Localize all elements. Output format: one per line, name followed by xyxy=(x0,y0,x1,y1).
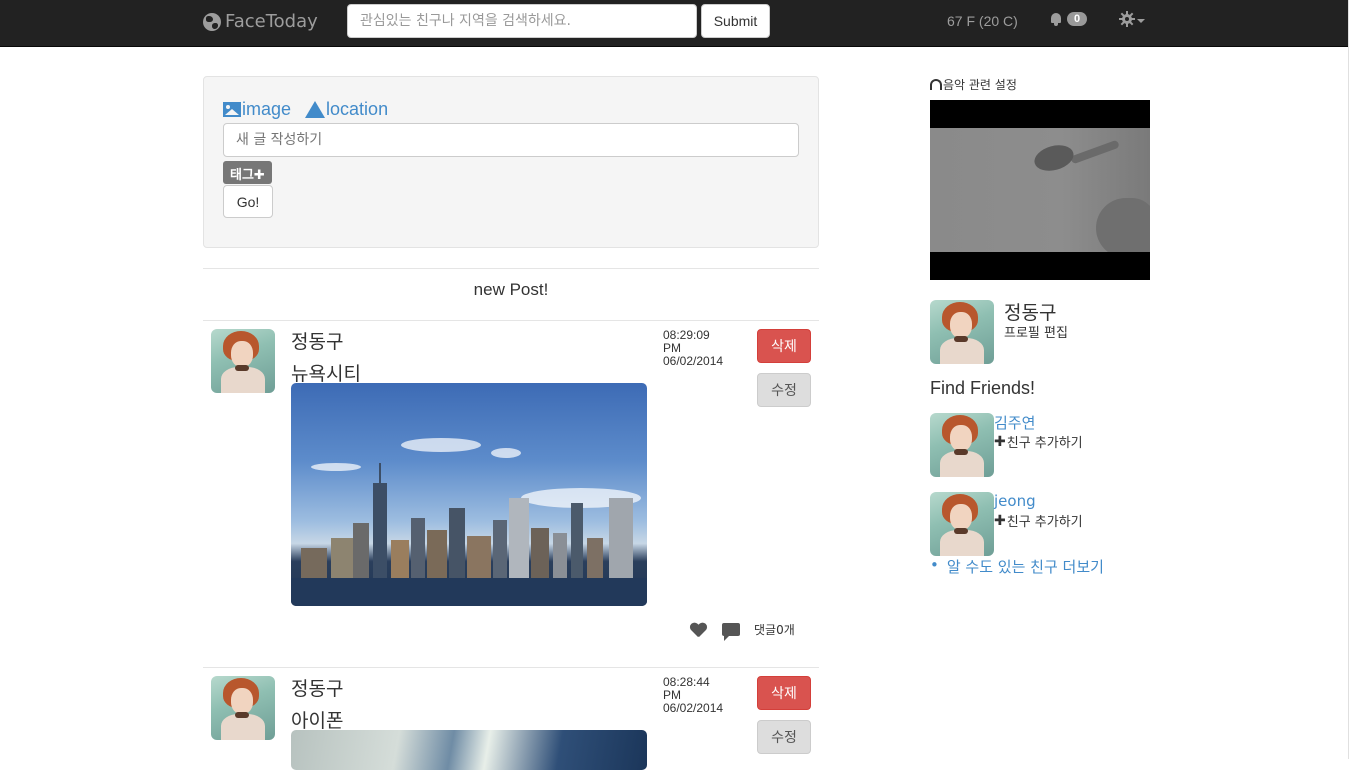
brand-link[interactable]: FaceToday xyxy=(203,11,318,32)
image-attach-link[interactable]: image xyxy=(223,99,291,120)
brand-name: FaceToday xyxy=(225,11,318,32)
add-friend-label: 친구 추가하기 xyxy=(1006,515,1083,530)
top-navbar: FaceToday Submit 67 F (20 C) 0 xyxy=(0,0,1349,47)
post-author[interactable]: 정동구 xyxy=(291,327,343,354)
feed-post: 정동구 아이폰 08:28:44 PM 06/02/2014 삭제 수정 xyxy=(203,668,819,770)
image-attach-label: image xyxy=(242,99,292,119)
bell-icon xyxy=(1050,12,1062,26)
compose-attachments: image location xyxy=(223,99,388,120)
friend-avatar[interactable] xyxy=(930,413,994,477)
edit-post-button[interactable]: 수정 xyxy=(757,720,811,754)
friend-name[interactable]: 김주연 xyxy=(994,412,1035,433)
friend-name[interactable]: jeong xyxy=(994,492,1036,510)
search-submit-button[interactable]: Submit xyxy=(701,4,770,38)
music-video-player[interactable] xyxy=(930,100,1150,280)
road-icon xyxy=(305,101,326,118)
bullet-icon: • xyxy=(930,556,939,574)
plus-icon: ✚ xyxy=(994,512,1006,529)
delete-post-button[interactable]: 삭제 xyxy=(757,329,811,363)
post-go-button[interactable]: Go! xyxy=(223,185,273,218)
add-friend-button[interactable]: ✚ 친구 추가하기 xyxy=(994,432,1083,452)
profile-name[interactable]: 정동구 xyxy=(1004,298,1056,325)
settings-dropdown[interactable] xyxy=(1119,11,1145,27)
comment-count[interactable]: 댓글0개 xyxy=(754,621,795,638)
post-image[interactable] xyxy=(291,383,647,606)
avatar[interactable] xyxy=(211,676,275,740)
globe-icon xyxy=(203,12,221,31)
add-friend-button[interactable]: ✚ 친구 추가하기 xyxy=(994,511,1083,531)
music-settings-label: 음악 관련 설정 xyxy=(943,78,1017,92)
location-attach-link[interactable]: location xyxy=(305,99,388,120)
comment-icon[interactable] xyxy=(722,623,740,641)
post-date: 06/02/2014 xyxy=(663,701,724,715)
plus-icon: ✚ xyxy=(994,433,1006,450)
post-text: 아이폰 xyxy=(291,710,344,732)
headphones-icon xyxy=(930,79,942,90)
feed-post: 정동구 뉴욕시티 08:29:09 PM 06/02/2014 삭제 수정 댓글… xyxy=(203,321,819,667)
post-author[interactable]: 정동구 xyxy=(291,674,343,701)
post-text: 뉴욕시티 xyxy=(291,363,361,385)
chevron-down-icon xyxy=(1137,18,1145,23)
heart-icon[interactable] xyxy=(690,623,706,637)
location-attach-label: location xyxy=(326,99,389,119)
delete-post-button[interactable]: 삭제 xyxy=(757,676,811,710)
picture-icon xyxy=(223,102,241,117)
compose-panel: image location 태그✚ Go! xyxy=(203,76,819,248)
music-settings-title[interactable]: 음악 관련 설정 xyxy=(930,76,1017,93)
avatar[interactable] xyxy=(211,329,275,393)
new-post-header[interactable]: new Post! xyxy=(203,280,819,300)
add-tag-button[interactable]: 태그✚ xyxy=(223,161,272,184)
post-date: 06/02/2014 xyxy=(663,354,724,368)
weather-text: 67 F (20 C) xyxy=(947,13,1018,29)
search-input[interactable] xyxy=(347,4,697,38)
gear-icon xyxy=(1119,11,1135,27)
find-friends-title: Find Friends! xyxy=(930,378,1036,398)
post-timestamp: 08:29:09 PM 06/02/2014 xyxy=(663,329,723,368)
edit-post-button[interactable]: 수정 xyxy=(757,373,811,407)
more-friends-link[interactable]: • 알 수도 있는 친구 더보기 xyxy=(930,556,1104,577)
add-friend-label: 친구 추가하기 xyxy=(1006,436,1083,451)
divider xyxy=(203,268,819,269)
notifications-button[interactable]: 0 xyxy=(1050,12,1088,26)
profile-avatar[interactable] xyxy=(930,300,994,364)
new-post-input[interactable] xyxy=(223,123,799,157)
post-image[interactable] xyxy=(291,730,647,770)
notification-badge: 0 xyxy=(1067,12,1088,26)
profile-edit-link[interactable]: 프로필 편집 xyxy=(1004,322,1068,341)
post-timestamp: 08:28:44 PM 06/02/2014 xyxy=(663,676,723,715)
more-friends-label: 알 수도 있는 친구 더보기 xyxy=(946,558,1104,576)
friend-avatar[interactable] xyxy=(930,492,994,556)
post-actions: 댓글0개 xyxy=(690,621,795,641)
